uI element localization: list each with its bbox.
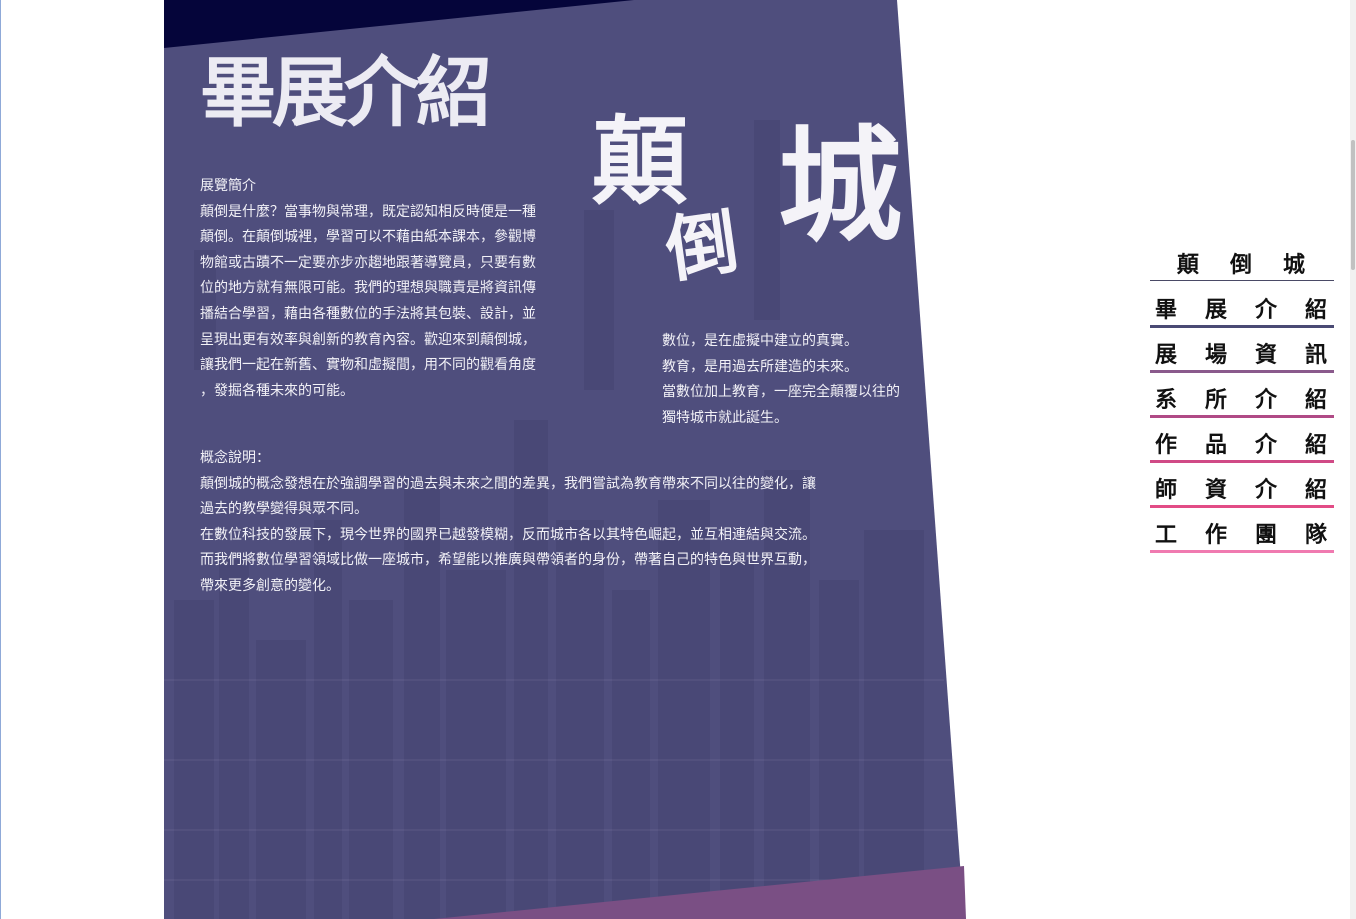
nav-char: 顛 bbox=[1176, 252, 1199, 278]
concept-line: 在數位科技的發展下，現今世界的國界已越發模糊，反而城市各以其特色崛起，並互相連結… bbox=[200, 526, 816, 543]
nav-item-faculty-intro[interactable]: 師 資 介 紹 bbox=[1150, 475, 1334, 505]
nav-char: 倒 bbox=[1229, 252, 1252, 278]
nav-char: 師 bbox=[1154, 477, 1177, 503]
nav-item-department-intro[interactable]: 系 所 介 紹 bbox=[1150, 385, 1334, 415]
nav-item-exhibition-intro[interactable]: 畢 展 介 紹 bbox=[1150, 295, 1334, 325]
nav-char: 訊 bbox=[1304, 342, 1327, 368]
nav-char: 作 bbox=[1204, 522, 1227, 548]
page-title: 畢展介紹 bbox=[200, 48, 492, 137]
nav-char: 隊 bbox=[1304, 522, 1327, 548]
nav-char: 工 bbox=[1154, 522, 1177, 548]
nav-char: 紹 bbox=[1304, 297, 1327, 323]
nav-char: 介 bbox=[1254, 297, 1277, 323]
nav-item-home[interactable]: 顛 倒 城 bbox=[1150, 250, 1334, 280]
nav-char: 資 bbox=[1254, 342, 1277, 368]
concept-line: 過去的教學變得與眾不同。 bbox=[200, 501, 368, 518]
intro-line: 顛倒。在顛倒城裡，學習可以不藉由紙本課本，參觀博 bbox=[200, 229, 536, 246]
nav-char: 團 bbox=[1254, 522, 1277, 548]
tagline-line: 數位，是在虛擬中建立的真實。 bbox=[662, 333, 858, 349]
concept-line: 顛倒城的概念發想在於強調學習的過去與未來之間的差異，我們嘗試為教育帶來不同以往的… bbox=[200, 475, 816, 492]
nav-char: 所 bbox=[1204, 387, 1227, 413]
concept-line: 帶來更多創意的變化。 bbox=[200, 577, 340, 594]
intro-line: 播結合學習，藉由各種數位的手法將其包裝、設計，並 bbox=[200, 305, 536, 322]
nav-char: 展 bbox=[1154, 342, 1177, 368]
vertical-scrollbar[interactable] bbox=[1350, 0, 1356, 919]
nav-char: 介 bbox=[1254, 432, 1277, 458]
concept-description: 概念說明： 顛倒城的概念發想在於強調學習的過去與未來之間的差異，我們嘗試為教育帶… bbox=[200, 446, 868, 600]
logo-char-dian: 顛 bbox=[592, 105, 688, 218]
nav-char: 資 bbox=[1204, 477, 1227, 503]
intro-line: ，發掘各種未來的可能。 bbox=[200, 382, 354, 399]
nav-char: 展 bbox=[1204, 297, 1227, 323]
nav-char: 品 bbox=[1204, 432, 1227, 458]
tagline-line: 獨特城市就此誕生。 bbox=[662, 409, 788, 426]
concept-line: 而我們將數位學習領域比做一座城市，希望能以推廣與帶領者的身份，帶著自己的特色與世… bbox=[200, 552, 816, 569]
nav-char: 紹 bbox=[1304, 432, 1327, 458]
nav-underline bbox=[1150, 370, 1334, 373]
nav-item-works-intro[interactable]: 作 品 介 紹 bbox=[1150, 430, 1334, 460]
nav-char: 場 bbox=[1204, 342, 1227, 368]
exhibition-intro: 展覽簡介 顛倒是什麼？當事物與常理，既定認知相反時便是一種 顛倒。在顛倒城裡，學… bbox=[200, 174, 562, 404]
intro-line: 位的地方就有無限可能。我們的理想與職責是將資訊傳 bbox=[200, 280, 536, 297]
nav-underline bbox=[1150, 415, 1334, 418]
nav-underline bbox=[1150, 550, 1334, 553]
intro-line: 物館或古蹟不一定要亦步亦趨地跟著導覽員，只要有數 bbox=[200, 254, 536, 271]
intro-line: 顛倒是什麼？當事物與常理，既定認知相反時便是一種 bbox=[200, 203, 536, 220]
nav-char: 作 bbox=[1154, 432, 1177, 458]
concept-heading: 概念說明： bbox=[200, 450, 270, 466]
logo-char-cheng: 城 bbox=[778, 114, 903, 259]
intro-line: 讓我們一起在新舊、實物和虛擬間，用不同的觀看角度 bbox=[200, 357, 536, 374]
tagline: 數位，是在虛擬中建立的真實。 教育，是用過去所建造的未來。 當數位加上教育，一座… bbox=[662, 329, 924, 431]
nav-underline bbox=[1150, 325, 1334, 328]
nav-char: 紹 bbox=[1304, 387, 1327, 413]
tagline-line: 教育，是用過去所建造的未來。 bbox=[662, 358, 858, 375]
logo-char-dao: 倒 bbox=[660, 198, 744, 293]
nav-char: 系 bbox=[1154, 387, 1177, 413]
dian-dao-cheng-logo: 顛 倒 城 bbox=[592, 105, 902, 328]
nav-char: 介 bbox=[1254, 477, 1277, 503]
intro-heading: 展覽簡介 bbox=[200, 178, 256, 194]
nav-underline bbox=[1150, 460, 1334, 463]
scrollbar-thumb[interactable] bbox=[1351, 140, 1355, 270]
page: 畢展介紹 顛 倒 城 展覽簡介 顛倒是什麼？當事物與常理，既定認知相反時便是一種… bbox=[0, 0, 1356, 919]
nav-underline bbox=[1150, 505, 1334, 508]
tagline-line: 當數位加上教育，一座完全顛覆以往的 bbox=[662, 384, 900, 401]
intro-line: 呈現出更有效率與創新的教育內容。歡迎來到顛倒城， bbox=[200, 331, 536, 348]
window-left-border bbox=[0, 0, 1, 919]
nav-item-venue-info[interactable]: 展 場 資 訊 bbox=[1150, 340, 1334, 370]
nav-char: 紹 bbox=[1304, 477, 1327, 503]
side-navigation: 顛 倒 城 畢 展 介 紹 展 場 資 訊 系 所 介 紹 作 品 介 紹 師 … bbox=[1150, 250, 1334, 565]
nav-char: 畢 bbox=[1154, 297, 1177, 323]
nav-item-team[interactable]: 工 作 團 隊 bbox=[1150, 520, 1334, 550]
nav-char: 城 bbox=[1282, 252, 1305, 278]
exhibition-poster: 畢展介紹 顛 倒 城 展覽簡介 顛倒是什麼？當事物與常理，既定認知相反時便是一種… bbox=[164, 0, 966, 919]
nav-underline bbox=[1150, 280, 1334, 281]
nav-char: 介 bbox=[1254, 387, 1277, 413]
